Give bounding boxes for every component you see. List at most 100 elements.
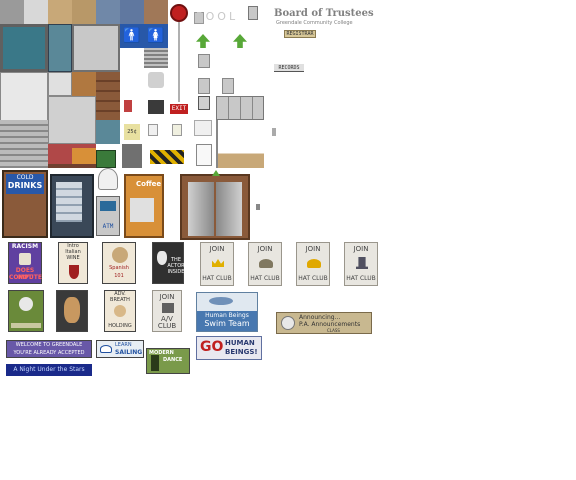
floor-number-sign-2 — [198, 78, 210, 94]
breath-line-3: HOLDING — [108, 323, 132, 329]
tall-locker-sprite — [96, 120, 120, 144]
snack-machine — [50, 174, 94, 238]
small-tag-sprite — [248, 6, 258, 20]
sailing-line-1: LEARN — [115, 342, 132, 348]
staircase-sprite — [0, 120, 48, 168]
wall-panel-sprite — [48, 96, 96, 144]
board-of-trustees-title: Board of Trustees — [274, 8, 374, 19]
wine-glass-icon — [69, 265, 79, 279]
spanish-line-1: Spanish — [109, 265, 129, 271]
go-line-2: HUMAN — [225, 339, 255, 347]
spanish-poster: Spanish 101 — [102, 242, 136, 284]
pa-line-3: CLASS — [327, 328, 340, 333]
dance-line-2: DANCE — [163, 357, 183, 363]
actor-inside-poster: THE ACTOR INSIDE — [152, 242, 185, 284]
skull-icon — [19, 297, 33, 311]
records-sign: RECORDS — [274, 64, 304, 72]
av-club-poster: JOIN A/V CLUB — [152, 290, 182, 332]
breath-holding-poster: ADV. BREATH HOLDING — [104, 290, 136, 332]
cold-drinks-panel: COLD DRINKS — [6, 174, 44, 194]
go-line-3: BEINGS! — [225, 348, 258, 356]
small-plate-sprite — [272, 128, 276, 136]
double-door-sprite — [72, 24, 120, 72]
note-sprite — [148, 124, 158, 136]
cup-sprite — [98, 168, 118, 190]
wine-line-3: WINE — [66, 255, 80, 261]
wall-tile-light — [24, 0, 48, 24]
locker-sprite — [48, 24, 72, 72]
sailing-line-2: SAILING — [115, 349, 143, 356]
welcome-banner: WELCOME TO GREENDALE YOU'RE ALREADY ACCE… — [6, 340, 92, 358]
atm-label: ATM — [102, 223, 114, 230]
crown-icon — [212, 259, 224, 267]
papers-sprite — [194, 120, 212, 136]
head-icon — [114, 305, 126, 317]
camera-sprite — [148, 100, 164, 114]
elevator-door-right — [216, 182, 242, 236]
derby-hat-icon — [259, 259, 273, 268]
actor-line-3: INSIDE — [167, 269, 185, 275]
mailboxes-sprite — [216, 96, 264, 120]
sailing-poster: LEARN SAILING — [96, 340, 144, 358]
restroom-sign-sprite: 🚹 — [120, 24, 144, 48]
small-red-box-sprite — [124, 100, 132, 112]
floor-number-sign-3 — [222, 78, 234, 94]
directory-board-sprite — [198, 96, 210, 110]
hat-club-poster-crown: JOIN HAT CLUB — [200, 242, 234, 286]
welcome-line-2: YOU'RE ALREADY ACCEPTED — [13, 350, 85, 356]
skull-poster-caption-bar — [11, 323, 41, 328]
join-label: JOIN — [305, 245, 321, 253]
dancer-icon — [151, 355, 159, 371]
hat-club-label: HAT CLUB — [202, 275, 232, 282]
coffee-label: Coffee — [136, 180, 162, 188]
trash-can-sprite — [96, 150, 116, 168]
fire-alarm-icon — [170, 4, 188, 22]
atm-screen — [100, 201, 116, 211]
hat-club-poster-derby: JOIN HAT CLUB — [248, 242, 282, 286]
racism-poster: RACISM DOES NOT COMPUTE — [8, 242, 42, 284]
note-sprite-2 — [172, 124, 182, 136]
cabinet-sprite — [72, 72, 96, 96]
wall-speaker-sprite — [48, 72, 72, 96]
hat-club-poster-tophat: JOIN HAT CLUB — [344, 242, 378, 286]
go-text: GO — [200, 339, 224, 355]
clipboard-sprite — [196, 144, 212, 166]
wall-tile-gray — [0, 0, 24, 24]
wall-tile-tan-2 — [72, 0, 96, 24]
hat-club-label: HAT CLUB — [346, 275, 376, 282]
chair-orange-sprite — [72, 148, 96, 164]
elevator-indicator-icon — [212, 170, 220, 176]
swim-line-1: Human Beings Swim Team — [197, 311, 257, 331]
pa-announcements-poster: Announcing... P.A. Announcements CLASS — [276, 312, 372, 334]
pa-line-1: Announcing... — [299, 314, 341, 321]
swim-line-2-text: Swim Team — [204, 319, 250, 328]
join-label: JOIN — [209, 245, 225, 253]
racism-line-3: COMPUTE — [9, 274, 42, 281]
board-of-trustees-subtitle: Greendale Community College — [276, 20, 353, 26]
av-line-3: CLUB — [157, 322, 177, 330]
atm-machine: ATM — [96, 196, 120, 236]
price-note-sprite: 25¢ — [124, 124, 140, 140]
exit-sign: EXIT — [170, 104, 188, 114]
doorway-sprite — [216, 120, 264, 168]
hard-hat-icon — [307, 259, 321, 268]
coffee-panel — [130, 198, 154, 222]
join-label: JOIN — [353, 245, 369, 253]
swim-team-poster: Human Beings Swim Team — [196, 292, 258, 332]
alarm-pipe-sprite — [178, 22, 180, 102]
modern-dance-poster: MODERN DANCE — [146, 348, 190, 374]
swimmer-icon — [209, 297, 233, 305]
construction-barrier-sprite — [150, 150, 184, 164]
air-vent-sprite — [144, 48, 168, 68]
wall-tile-brown — [144, 0, 168, 24]
hat-club-label: HAT CLUB — [298, 275, 328, 282]
pa-line-2: P.A. Announcements — [299, 321, 361, 328]
restroom-sign-sprite-2: 🚺 — [144, 24, 168, 48]
wall-tile-tan — [48, 0, 72, 24]
window-sprite — [0, 24, 48, 72]
hat-club-label: HAT CLUB — [250, 275, 280, 282]
snack-glass — [56, 182, 82, 222]
registrar-sign: REGISTRAR — [284, 30, 316, 38]
italian-wine-poster: Intro Italian WINE — [58, 242, 88, 284]
hat-club-poster-hardhat: JOIN HAT CLUB — [296, 242, 330, 286]
